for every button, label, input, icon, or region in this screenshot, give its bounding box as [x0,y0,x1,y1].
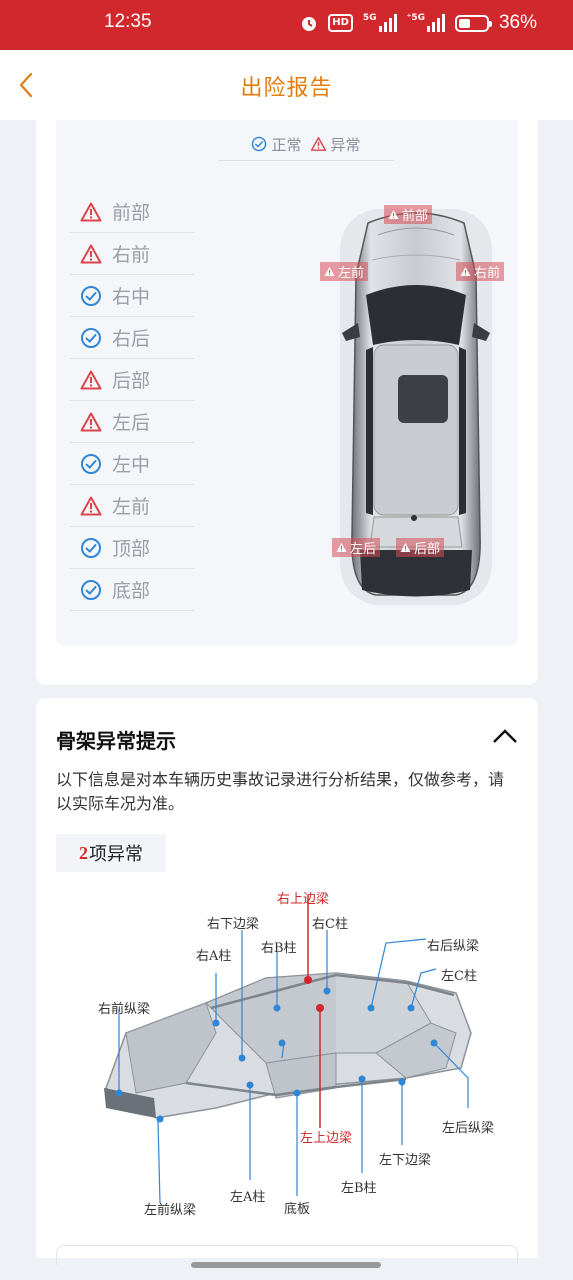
car-tag-right-front: 右前 [456,262,505,281]
frame-label-left-front-longitudinal: 左前纵梁 [144,1203,197,1218]
frame-label-right-lower-rail: 右下边梁 [207,917,260,932]
part-label: 顶部 [112,538,151,560]
part-label: 右中 [112,286,151,308]
part-status-row: 右中 [70,275,194,317]
part-status-row: 后部 [70,359,194,401]
part-status-row: 左中 [70,443,194,485]
alarm-icon [302,17,317,31]
car-top-view: 前部 左前 右前 左后 后部 [316,195,516,615]
legend-abnormal-label: 异常 [330,135,361,154]
abnormal-count-suffix: 项异常 [89,844,143,865]
part-status-row: 右后 [70,317,194,359]
frame-label-left-upper-rail: 左上边梁 [300,1131,353,1146]
check-circle-icon [81,285,101,306]
part-label: 后部 [112,370,151,392]
home-indicator[interactable] [191,1262,381,1268]
warning-triangle-icon [80,244,102,263]
car-tag-left-front: 左前 [320,262,369,281]
warning-triangle-icon [80,202,102,221]
frame-label-right-upper-rail: 右上边梁 [277,892,330,907]
status-bar: 12:35 HD 5G ⁺5G 36% [0,0,573,50]
warning-triangle-icon [80,496,102,515]
part-status-row: 前部 [70,191,194,233]
legend-abnormal: 异常 [310,128,361,160]
signal-1-label: 5G [362,13,377,23]
frame-label-right-c-pillar: 右C柱 [312,917,348,932]
part-label: 左前 [112,496,151,518]
check-circle-icon [81,453,101,474]
status-time: 12:35 [104,11,152,32]
warning-triangle-icon [324,267,335,276]
chevron-up-icon[interactable] [492,726,518,746]
damage-overview-panel: 正常 异常 前部 右前 右中 右后 后部 左后 左中 左前 顶部 底部 前部 左… [56,120,518,646]
part-status-row: 底部 [70,569,194,611]
part-status-list: 前部右前右中右后后部左后左中左前顶部底部 [70,191,194,611]
check-circle-icon [81,537,101,558]
car-tag-rear-label: 后部 [414,542,441,557]
check-circle-icon [81,579,101,600]
frame-label-floor: 底板 [284,1202,311,1217]
car-tag-left-rear: 左后 [332,538,381,557]
warning-triangle-icon [336,543,347,552]
car-tag-rear: 后部 [396,538,445,557]
abnormal-count: 2 [79,842,88,863]
warning-triangle-icon [460,267,471,276]
part-label: 底部 [112,580,151,602]
warning-triangle-icon [400,543,411,552]
part-status-row: 顶部 [70,527,194,569]
legend-normal-label: 正常 [271,135,302,154]
nav-bar: 出险报告 [0,50,573,120]
frame-label-right-b-pillar: 右B柱 [261,941,297,956]
signal-2-label: ⁺5G [406,13,425,23]
car-tag-front-label: 前部 [402,209,429,224]
abnormal-count-badge: 2 项异常 [56,834,166,872]
frame-label-left-c-pillar: 左C柱 [441,969,477,984]
check-circle-icon [81,327,101,348]
battery-icon [454,14,492,32]
warning-triangle-icon [310,137,326,151]
frame-label-left-b-pillar: 左B柱 [341,1181,377,1196]
warning-triangle-icon [80,412,102,431]
frame-abnormal-card: 骨架异常提示 以下信息是对本车辆历史事故记录进行分析结果，仅做参考，请以实际车况… [36,698,538,1265]
status-icons: HD 5G ⁺5G 36% [300,12,537,34]
frame-section-title: 骨架异常提示 [56,729,176,753]
warning-triangle-icon [80,370,102,389]
car-tag-front: 前部 [384,205,433,224]
part-status-row: 左后 [70,401,194,443]
car-tag-left-rear-label: 左后 [350,542,377,557]
part-label: 前部 [112,202,151,224]
legend-normal: 正常 [251,128,302,160]
frame-label-left-a-pillar: 左A柱 [230,1190,266,1205]
frame-label-right-rear-longitudinal: 右后纵梁 [427,939,480,954]
signal-icon-1: 5G [363,14,397,32]
signal-icon-2: ⁺5G [407,14,445,32]
frame-label-left-lower-rail: 左下边梁 [379,1153,432,1168]
status-legend: 正常 异常 [218,128,394,161]
frame-label-left-rear-longitudinal: 左后纵梁 [442,1121,495,1136]
frame-section-description: 以下信息是对本车辆历史事故记录进行分析结果，仅做参考，请以实际车况为准。 [56,770,505,813]
damage-overview-card: 正常 异常 前部 右前 右中 右后 后部 左后 左中 左前 顶部 底部 前部 左… [36,120,538,685]
hd-icon: HD [328,14,353,32]
frame-label-right-a-pillar: 右A柱 [196,949,232,964]
part-label: 左后 [112,412,151,434]
page-title: 出险报告 [240,76,333,101]
warning-triangle-icon [388,210,399,219]
part-label: 右后 [112,328,151,350]
frame-diagram: 右上边梁 右下边梁 右C柱 右A柱 右B柱 右后纵梁 左C柱 右前纵梁 左上边梁… [36,883,538,1233]
battery-percent: 36% [498,12,537,33]
frame-label-right-front-longitudinal: 右前纵梁 [98,1002,151,1017]
part-label: 右前 [112,244,151,266]
part-status-row: 左前 [70,485,194,527]
part-label: 左中 [112,454,151,476]
car-tag-left-front-label: 左前 [338,266,365,281]
check-circle-icon [252,136,267,152]
part-status-row: 右前 [70,233,194,275]
car-tag-right-front-label: 右前 [474,266,501,281]
